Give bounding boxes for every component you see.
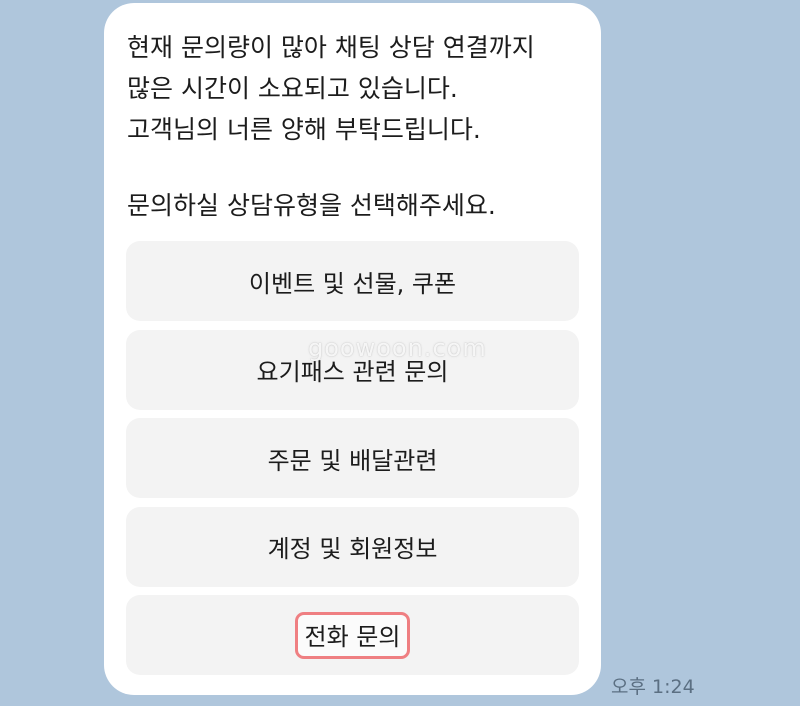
chat-message: 현재 문의량이 많아 채팅 상담 연결까지 많은 시간이 소요되고 있습니다. … <box>127 27 587 226</box>
consultation-type-options: 이벤트 및 선물, 쿠폰 요기패스 관련 문의 주문 및 배달관련 계정 및 회… <box>126 241 579 684</box>
option-yogipass-button[interactable]: 요기패스 관련 문의 <box>126 329 579 410</box>
option-event-gift-coupon-button[interactable]: 이벤트 및 선물, 쿠폰 <box>126 241 579 321</box>
option-phone-inquiry-button[interactable]: 전화 문의 <box>126 595 579 675</box>
option-label: 이벤트 및 선물, 쿠폰 <box>248 269 457 298</box>
message-timestamp: 오후 1:24 <box>611 676 695 698</box>
message-line: 현재 문의량이 많아 채팅 상담 연결까지 <box>127 33 535 62</box>
message-spacer <box>127 150 587 185</box>
chat-bubble: 현재 문의량이 많아 채팅 상담 연결까지 많은 시간이 소요되고 있습니다. … <box>104 3 601 695</box>
message-line: 많은 시간이 소요되고 있습니다. <box>127 74 458 103</box>
message-line: 고객님의 너른 양해 부탁드립니다. <box>127 115 481 144</box>
message-line: 문의하실 상담유형을 선택해주세요. <box>127 191 496 220</box>
option-order-delivery-button[interactable]: 주문 및 배달관련 <box>126 418 579 498</box>
option-account-member-button[interactable]: 계정 및 회원정보 <box>126 506 579 587</box>
option-label: 주문 및 배달관련 <box>267 446 438 475</box>
option-label-highlighted: 전화 문의 <box>294 611 411 659</box>
option-label: 계정 및 회원정보 <box>267 535 438 563</box>
option-label: 요기패스 관련 문의 <box>256 358 449 386</box>
